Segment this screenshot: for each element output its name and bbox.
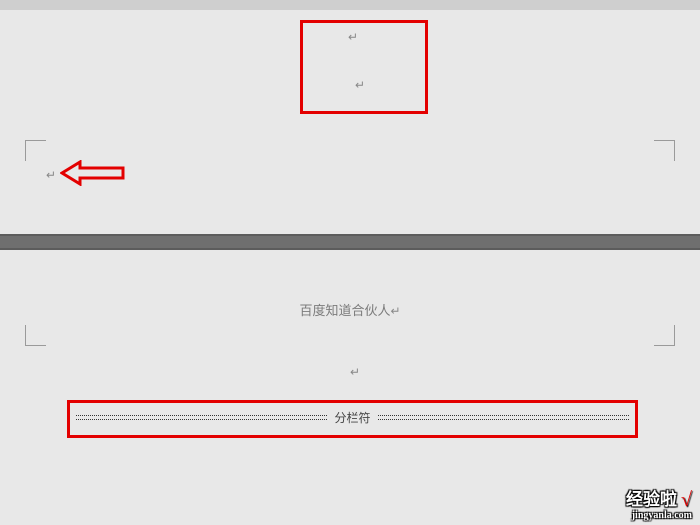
margin-corner-bottom-right (654, 140, 675, 161)
paragraph-mark-icon: ↵ (355, 78, 365, 93)
paragraph-mark-icon: ↵ (350, 365, 360, 380)
page-gap (0, 234, 700, 250)
annotation-highlight-box-column-break: 分栏符 (67, 400, 638, 438)
margin-corner-top-right (654, 325, 675, 346)
checkmark-icon: √ (681, 489, 692, 511)
annotation-highlight-box-top (300, 20, 428, 114)
page-2[interactable]: 百度知道合伙人↵ ↵ 分栏符 (0, 250, 700, 525)
column-break-text: 分栏符 (328, 411, 376, 425)
watermark-url: jingyanla.com (626, 511, 692, 521)
paragraph-mark-icon: ↵ (390, 304, 400, 318)
margin-corner-bottom-left (25, 140, 46, 161)
margin-corner-top-left (25, 325, 46, 346)
watermark-brand: 经验啦 (626, 491, 677, 508)
watermark: 经验啦 √ jingyanla.com (626, 490, 692, 521)
page-header-text: 百度知道合伙人↵ (0, 300, 700, 319)
header-text-value: 百度知道合伙人 (299, 303, 390, 318)
paragraph-mark-icon: ↵ (46, 168, 56, 183)
document-editor-viewport: ↵ ↵ ↵ 百度知道合伙人↵ ↵ 分栏符 经验啦 √ j (0, 0, 700, 525)
annotation-arrow-left-icon (60, 160, 125, 186)
page-1[interactable]: ↵ ↵ ↵ (0, 10, 700, 234)
column-break-label: 分栏符 (70, 409, 635, 426)
paragraph-mark-icon: ↵ (348, 30, 358, 45)
